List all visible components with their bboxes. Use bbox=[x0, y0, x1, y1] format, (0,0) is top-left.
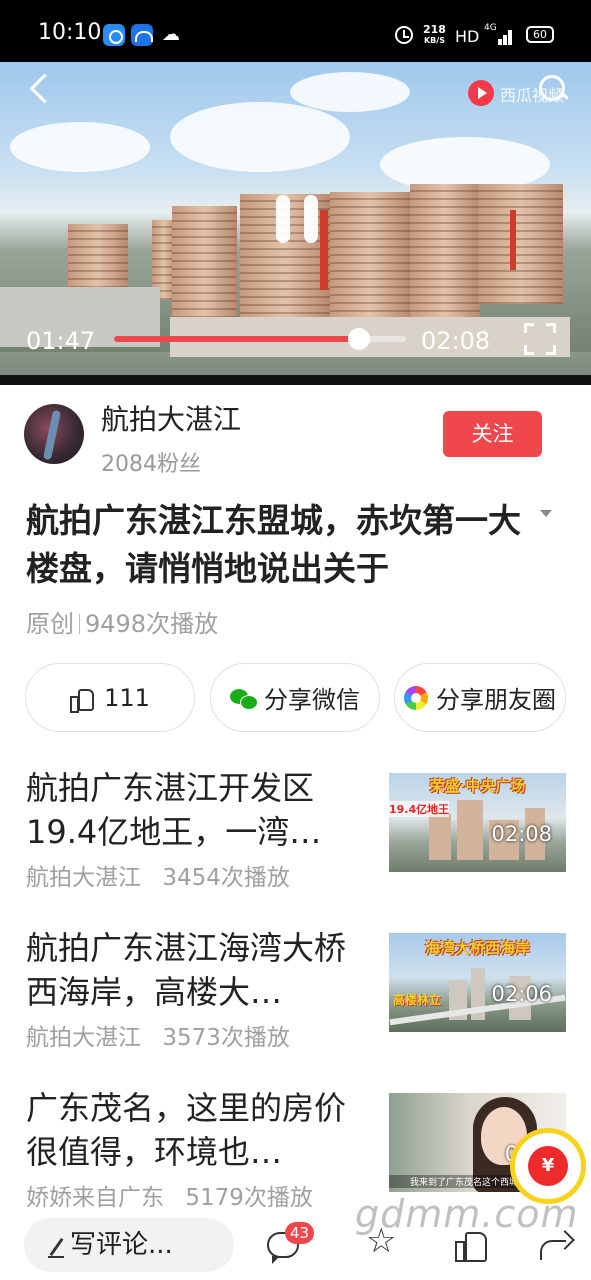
chevron-down-icon[interactable] bbox=[540, 510, 552, 517]
share-moments-label: 分享朋友圈 bbox=[436, 686, 556, 714]
related-video-item[interactable]: 航拍广东湛江开发区19.4亿地王，一湾… 航拍大湛江 3454次播放 荣盛·中央… bbox=[0, 766, 591, 916]
share-moments-button[interactable]: 分享朋友圈 bbox=[394, 663, 566, 732]
avatar[interactable] bbox=[24, 404, 84, 464]
video-meta: 原创 9498次播放 bbox=[26, 604, 218, 639]
video-player[interactable]: 西瓜视频 01:47 02:08 bbox=[0, 62, 591, 375]
xigua-logo-icon bbox=[468, 80, 494, 106]
net-speed-value: 218 bbox=[423, 23, 446, 36]
progress-fill bbox=[114, 336, 360, 342]
related-plays: 3573次播放 bbox=[162, 1025, 290, 1051]
status-time: 10:10 bbox=[38, 20, 102, 45]
status-bar: 10:10 ☁ 218 KB/S HD 4G 60 bbox=[0, 0, 591, 62]
video-bottom-strip bbox=[0, 375, 591, 385]
related-title: 广东茂名，这里的房价很值得，环境也… bbox=[26, 1089, 347, 1171]
related-video-item[interactable]: 航拍广东湛江海湾大桥西海岸，高楼大… 航拍大湛江 3573次播放 海湾大桥西海岸… bbox=[0, 926, 591, 1076]
related-plays: 5179次播放 bbox=[185, 1185, 313, 1211]
like-button[interactable]: 111 bbox=[25, 663, 195, 732]
battery-icon: 60 bbox=[526, 26, 554, 43]
app-notification-icon bbox=[103, 24, 125, 46]
building-sign bbox=[510, 210, 516, 270]
building-sign bbox=[320, 210, 328, 290]
related-author: 娇娇来自广东 bbox=[26, 1185, 164, 1211]
signal-icon: 4G bbox=[484, 23, 514, 45]
related-meta: 航拍大湛江 3573次播放 bbox=[26, 1018, 290, 1052]
progress-bar[interactable] bbox=[114, 328, 406, 350]
net-speed-unit: KB/S bbox=[423, 36, 445, 45]
total-time: 02:08 bbox=[421, 327, 491, 355]
original-tag: 原创 bbox=[26, 610, 74, 638]
related-meta: 航拍大湛江 3454次播放 bbox=[26, 858, 290, 892]
related-plays: 3454次播放 bbox=[162, 865, 290, 891]
play-count: 9498次播放 bbox=[85, 610, 219, 638]
fans-count: 2084粉丝 bbox=[101, 452, 201, 477]
related-author: 航拍大湛江 bbox=[26, 865, 141, 891]
wechat-icon bbox=[230, 687, 258, 710]
watermark: gdmm.com bbox=[355, 1192, 579, 1236]
net-speed: 218 KB/S bbox=[423, 24, 446, 46]
thumb-title: 荣盛·中央广场 bbox=[429, 777, 526, 795]
pause-icon[interactable] bbox=[276, 195, 320, 243]
moments-icon bbox=[404, 685, 428, 710]
pencil-icon bbox=[48, 1237, 64, 1258]
related-meta: 娇娇来自广东 5179次播放 bbox=[26, 1178, 313, 1212]
app-notification-icon: ☁ bbox=[162, 24, 180, 45]
back-icon[interactable] bbox=[26, 72, 56, 106]
related-title: 航拍广东湛江开发区19.4亿地王，一湾… bbox=[26, 769, 322, 851]
app-notification-icon bbox=[131, 24, 153, 46]
follow-button[interactable]: 关注 bbox=[443, 411, 542, 457]
share-wechat-label: 分享微信 bbox=[264, 686, 360, 714]
fullscreen-icon[interactable] bbox=[524, 323, 556, 355]
thumb-tag: 高楼林立 bbox=[393, 993, 442, 1007]
related-author: 航拍大湛江 bbox=[26, 1025, 141, 1051]
related-thumbnail: 海湾大桥西海岸 高楼林立 02:06 bbox=[389, 933, 566, 1032]
author-name[interactable]: 航拍大湛江 bbox=[101, 398, 241, 438]
thumbs-up-icon bbox=[70, 687, 95, 713]
search-icon[interactable] bbox=[536, 72, 570, 106]
network-type: 4G bbox=[484, 23, 497, 33]
comment-count-badge: 43 bbox=[285, 1222, 315, 1244]
related-title: 航拍广东湛江海湾大桥西海岸，高楼大… bbox=[26, 929, 347, 1011]
share-wechat-button[interactable]: 分享微信 bbox=[210, 663, 380, 732]
red-packet-icon: ¥ bbox=[528, 1146, 568, 1186]
like-count: 111 bbox=[104, 683, 150, 712]
thumb-title: 海湾大桥西海岸 bbox=[424, 939, 530, 957]
thumb-tag: 19.4亿地王 bbox=[389, 801, 450, 817]
current-time: 01:47 bbox=[26, 327, 96, 355]
duration: 02:06 bbox=[491, 982, 552, 1006]
alarm-icon bbox=[395, 26, 413, 44]
related-thumbnail: 荣盛·中央广场 19.4亿地王 02:08 bbox=[389, 773, 566, 872]
video-title: 航拍广东湛江东盟城，赤坎第一大楼盘，请悄悄地说出关于 bbox=[26, 501, 521, 588]
hd-label: HD bbox=[455, 27, 480, 46]
duration: 02:08 bbox=[491, 822, 552, 846]
